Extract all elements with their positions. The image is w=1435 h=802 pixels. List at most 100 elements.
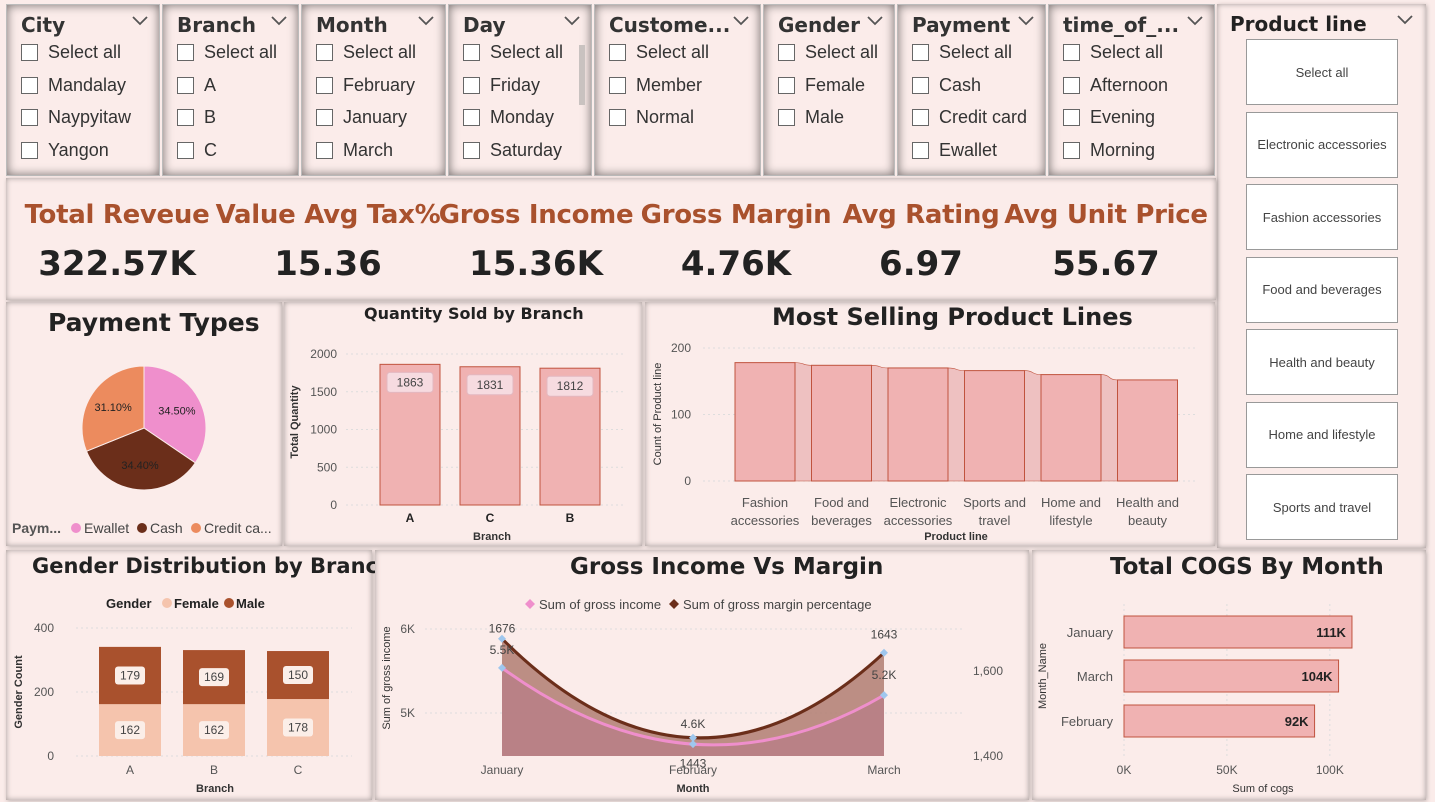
product-line-button[interactable]: Home and lifestyle <box>1246 401 1398 468</box>
slicer-option[interactable]: Select all <box>21 42 121 63</box>
y-tick-label: 1000 <box>310 423 337 437</box>
checkbox[interactable] <box>609 44 626 61</box>
y-tick-label: February <box>1061 714 1114 729</box>
slicer-option[interactable]: Normal <box>609 107 694 128</box>
slicer-option-label: Select all <box>343 42 417 62</box>
checkbox[interactable] <box>609 109 626 126</box>
slicer-option-label: Monday <box>490 107 555 127</box>
checkbox[interactable] <box>316 76 333 94</box>
slicer-option[interactable]: A <box>177 75 216 96</box>
product-line-button[interactable]: Food and beverages <box>1246 256 1398 323</box>
chevron-down-icon[interactable] <box>563 15 581 27</box>
checkbox[interactable] <box>912 141 929 159</box>
slicer-option[interactable]: Select all <box>463 42 563 63</box>
x-tick-label: Electronic <box>889 495 947 510</box>
checkbox[interactable] <box>463 76 480 94</box>
checkbox[interactable] <box>1063 44 1080 61</box>
slicer-option[interactable]: Evening <box>1063 107 1155 128</box>
checkbox[interactable] <box>21 76 38 94</box>
x-axis-label: Product line <box>924 531 988 543</box>
chevron-down-icon[interactable] <box>732 15 750 27</box>
slicer-title: Gender <box>778 13 860 37</box>
slicer-option-label: A <box>204 74 217 95</box>
income-data-label: 5.5K <box>490 643 515 657</box>
chevron-down-icon[interactable] <box>1396 14 1414 26</box>
checkbox[interactable] <box>1063 109 1080 126</box>
checkbox[interactable] <box>1063 141 1080 159</box>
slicer-option[interactable]: Saturday <box>463 140 562 161</box>
checkbox[interactable] <box>912 76 929 94</box>
slicer-option[interactable]: Select all <box>316 42 416 63</box>
kpi-value: 322.57K <box>38 244 196 284</box>
slicer-option[interactable]: Female <box>778 75 865 96</box>
chevron-down-icon[interactable] <box>270 15 288 27</box>
chevron-down-icon[interactable] <box>417 15 435 27</box>
product-line-button[interactable]: Health and beauty <box>1246 329 1398 395</box>
checkbox[interactable] <box>177 44 194 61</box>
checkbox[interactable] <box>21 141 38 159</box>
slicer-option[interactable]: Select all <box>177 42 277 63</box>
chevron-down-icon[interactable] <box>131 15 149 27</box>
kpi-label: Gross Margin <box>640 200 832 230</box>
checkbox[interactable] <box>1063 76 1080 94</box>
slicer-option[interactable]: Friday <box>463 75 540 96</box>
checkbox[interactable] <box>177 76 194 94</box>
checkbox[interactable] <box>778 76 795 94</box>
slicer-option[interactable]: February <box>316 75 415 96</box>
slicer-option[interactable]: January <box>316 107 407 128</box>
y-tick-label: 0 <box>684 474 691 488</box>
chevron-down-icon[interactable] <box>1186 15 1204 27</box>
checkbox[interactable] <box>912 44 929 61</box>
checkbox[interactable] <box>778 44 795 61</box>
checkbox[interactable] <box>609 76 626 94</box>
slicer-option-label: Credit card <box>939 107 1028 127</box>
slicer-option[interactable]: Afternoon <box>1063 75 1168 96</box>
slicer-option[interactable]: Credit card <box>912 107 1027 128</box>
x-tick-label: A <box>126 763 134 777</box>
product-line-button[interactable]: Select all <box>1246 39 1398 105</box>
slicer-option[interactable]: Select all <box>778 42 878 63</box>
checkbox[interactable] <box>21 109 38 126</box>
slicer-0: City Select all Mandalay Naypyitaw Yangon <box>6 4 160 176</box>
slicer-option[interactable]: C <box>177 140 217 161</box>
slicer-option-label: Cash <box>939 74 982 95</box>
slicer-option[interactable]: Cash <box>912 75 981 96</box>
product-line-button[interactable]: Sports and travel <box>1246 474 1398 540</box>
slicer-option[interactable]: Select all <box>1063 42 1163 63</box>
slicer-option[interactable]: Yangon <box>21 140 109 161</box>
checkbox[interactable] <box>316 109 333 126</box>
checkbox[interactable] <box>912 109 929 126</box>
slicer-option[interactable]: March <box>316 140 393 161</box>
checkbox[interactable] <box>21 44 38 61</box>
data-label: 178 <box>288 721 308 735</box>
slicer-option[interactable]: Monday <box>463 107 554 128</box>
slicer-option[interactable]: B <box>177 107 216 128</box>
checkbox[interactable] <box>316 141 333 159</box>
checkbox[interactable] <box>177 109 194 126</box>
chevron-down-icon[interactable] <box>866 15 884 27</box>
checkbox[interactable] <box>778 109 795 126</box>
slicer-option[interactable]: Select all <box>912 42 1012 63</box>
checkbox[interactable] <box>463 44 480 61</box>
slicer-option[interactable]: Select all <box>609 42 709 63</box>
pie-data-label: 34.40% <box>121 460 159 472</box>
slicer-option[interactable]: Male <box>778 107 844 128</box>
checkbox[interactable] <box>177 141 194 159</box>
slicer-option[interactable]: Naypyitaw <box>21 107 131 128</box>
product-line-button[interactable]: Fashion accessories <box>1246 184 1398 250</box>
y-right-tick-label: 1,400 <box>973 749 1003 763</box>
scrollbar[interactable] <box>579 45 585 105</box>
slicer-option[interactable]: Member <box>609 75 702 96</box>
checkbox[interactable] <box>463 141 480 159</box>
product-line-button[interactable]: Electronic accessories <box>1246 111 1398 178</box>
chevron-down-icon[interactable] <box>1017 15 1035 27</box>
x-tick-label: Food and <box>814 495 869 510</box>
y-tick-label: 0 <box>47 749 54 763</box>
checkbox[interactable] <box>463 109 480 126</box>
pie-legend-label: Cash <box>150 520 183 536</box>
slicer-option[interactable]: Morning <box>1063 140 1155 161</box>
checkbox[interactable] <box>316 44 333 61</box>
x-axis-label: Sum of cogs <box>1232 783 1294 795</box>
slicer-option[interactable]: Ewallet <box>912 140 997 161</box>
slicer-option[interactable]: Mandalay <box>21 75 126 96</box>
